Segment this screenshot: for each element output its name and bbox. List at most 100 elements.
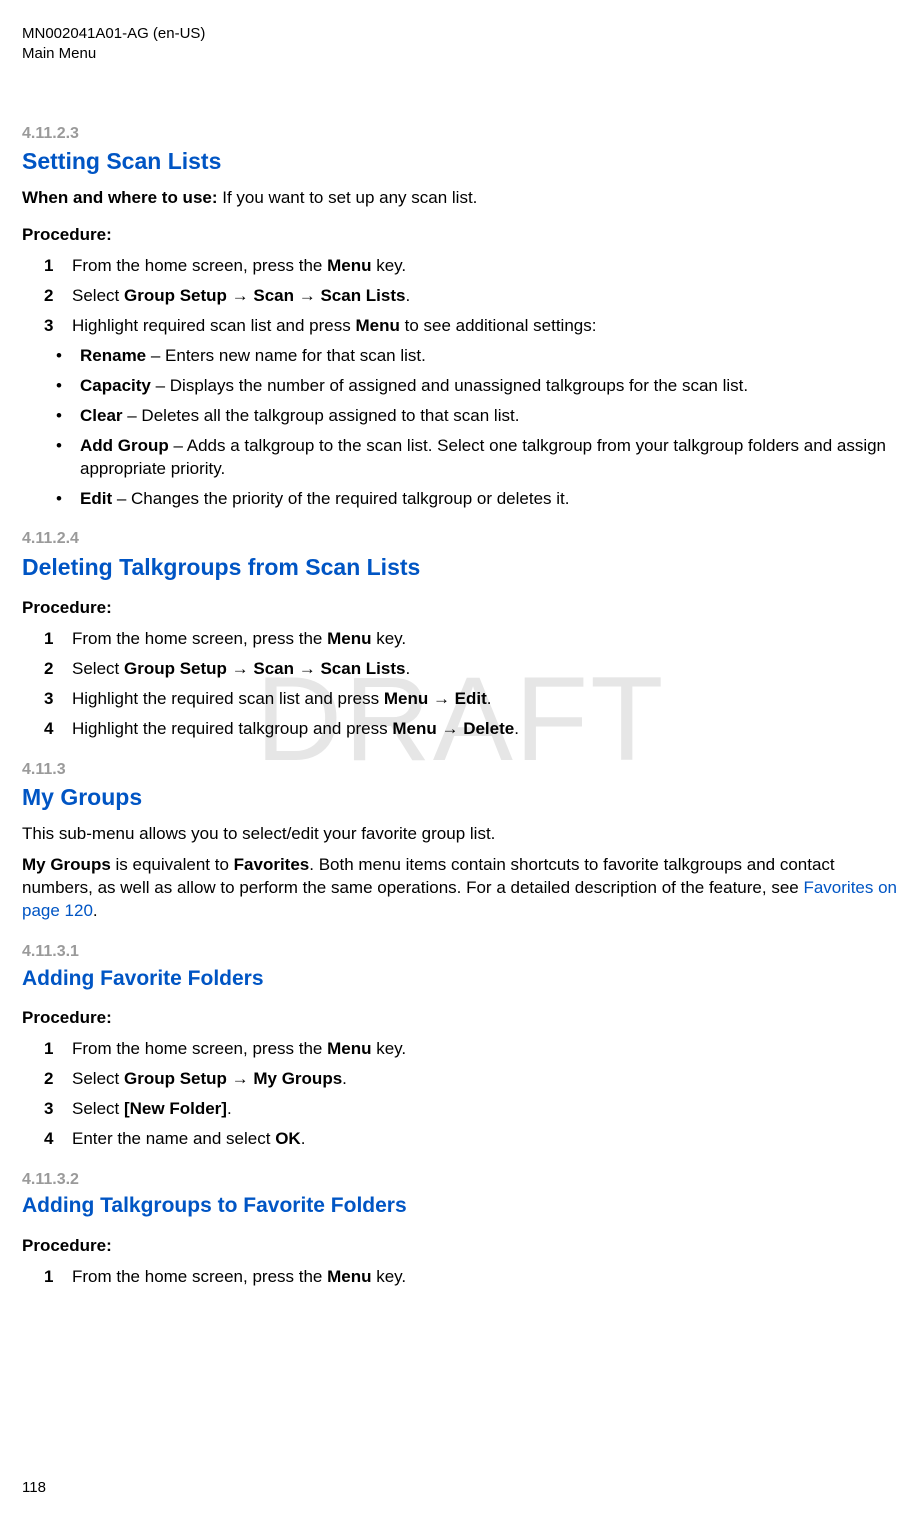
procedure-step: 4Enter the name and select OK. xyxy=(44,1128,899,1151)
section-number: 4.11.3 xyxy=(22,759,899,781)
doc-id: MN002041A01-AG (en-US) xyxy=(22,24,899,44)
when-label: When and where to use: xyxy=(22,188,218,207)
procedure-step: 2 Select Group Setup → Scan → Scan Lists. xyxy=(44,285,899,308)
list-item: Add Group – Adds a talkgroup to the scan… xyxy=(52,435,899,481)
step-bold: [New Folder] xyxy=(124,1099,227,1118)
procedure-step: 2 Select Group Setup → My Groups. xyxy=(44,1068,899,1091)
procedure-step: 1 From the home screen, press the Menu ke… xyxy=(44,1038,899,1061)
procedure-step: 3 Select [New Folder]. xyxy=(44,1098,899,1121)
step-number: 1 xyxy=(44,628,53,651)
step-number: 3 xyxy=(44,1098,53,1121)
section-title: Setting Scan Lists xyxy=(22,146,899,177)
chapter-name: Main Menu xyxy=(22,44,899,64)
step-text: key. xyxy=(372,629,407,648)
section-title: My Groups xyxy=(22,782,899,813)
step-bold: Menu → Delete xyxy=(392,719,514,738)
procedure-step: 1 From the home screen, press the Menu ke… xyxy=(44,1266,899,1289)
step-bold: Menu xyxy=(327,629,371,648)
option-name: Clear xyxy=(80,406,123,425)
step-text: Select xyxy=(72,1069,124,1088)
option-desc: – Displays the number of assigned and un… xyxy=(151,376,748,395)
step-bold: Menu xyxy=(327,1267,371,1286)
step-number: 1 xyxy=(44,1038,53,1061)
section-number: 4.11.2.4 xyxy=(22,528,899,550)
step-text: key. xyxy=(372,256,407,275)
list-item: Clear – Deletes all the talkgroup assign… xyxy=(52,405,899,428)
step-number: 3 xyxy=(44,315,53,338)
step-number: 2 xyxy=(44,658,53,681)
procedure-label: Procedure: xyxy=(22,597,899,620)
step-bold: Group Setup → Scan → Scan Lists xyxy=(124,659,406,678)
step-text: From the home screen, press the xyxy=(72,1267,327,1286)
procedure-list: 1 From the home screen, press the Menu ke… xyxy=(44,1266,899,1289)
when-where-to-use: When and where to use: If you want to se… xyxy=(22,187,899,210)
section-intro: This sub-menu allows you to select/edit … xyxy=(22,823,899,846)
step-bold: Menu → Edit xyxy=(384,689,487,708)
step-text: . xyxy=(514,719,519,738)
page-header: MN002041A01-AG (en-US) Main Menu xyxy=(22,24,899,65)
step-text: From the home screen, press the xyxy=(72,1039,327,1058)
step-text: . xyxy=(301,1129,306,1148)
step-bold: Menu xyxy=(355,316,399,335)
procedure-step: 3 Highlight the required scan list and pr… xyxy=(44,688,899,711)
step-text: key. xyxy=(372,1267,407,1286)
step-text: . xyxy=(342,1069,347,1088)
step-number: 1 xyxy=(44,1266,53,1289)
section-title: Adding Favorite Folders xyxy=(22,965,899,993)
procedure-list: 1 From the home screen, press the Menu ke… xyxy=(44,1038,899,1151)
step-text: From the home screen, press the xyxy=(72,629,327,648)
step-text: key. xyxy=(372,1039,407,1058)
step-text: to see additional settings: xyxy=(400,316,597,335)
procedure-step: 2 Select Group Setup → Scan → Scan Lists. xyxy=(44,658,899,681)
option-name: Edit xyxy=(80,489,112,508)
section-body: My Groups is equivalent to Favorites. Bo… xyxy=(22,854,899,923)
procedure-step: 4Highlight the required talkgroup and pr… xyxy=(44,718,899,741)
step-bold: Group Setup → My Groups xyxy=(124,1069,342,1088)
step-bold: Menu xyxy=(327,256,371,275)
section-number: 4.11.2.3 xyxy=(22,123,899,145)
step-text: Enter the name and select xyxy=(72,1129,275,1148)
option-desc: – Changes the priority of the required t… xyxy=(112,489,569,508)
procedure-step: 1From the home screen, press the Menu ke… xyxy=(44,255,899,278)
step-text: Highlight required scan list and press xyxy=(72,316,355,335)
step-text: . xyxy=(227,1099,232,1118)
step-text: Highlight the required scan list and pre… xyxy=(72,689,384,708)
list-item: Edit – Changes the priority of the requi… xyxy=(52,488,899,511)
body-text: is equivalent to xyxy=(111,855,234,874)
procedure-label: Procedure: xyxy=(22,224,899,247)
procedure-step: 1 From the home screen, press the Menu ke… xyxy=(44,628,899,651)
step-bold: Group Setup → Scan → Scan Lists xyxy=(124,286,406,305)
step-text: . xyxy=(487,689,492,708)
option-desc: – Adds a talkgroup to the scan list. Sel… xyxy=(80,436,886,478)
list-item: Capacity – Displays the number of assign… xyxy=(52,375,899,398)
option-name: Capacity xyxy=(80,376,151,395)
option-name: Add Group xyxy=(80,436,169,455)
step-text: Highlight the required talkgroup and pre… xyxy=(72,719,392,738)
when-text: If you want to set up any scan list. xyxy=(218,188,478,207)
option-desc: – Deletes all the talkgroup assigned to … xyxy=(123,406,520,425)
step-bold: Menu xyxy=(327,1039,371,1058)
body-bold: My Groups xyxy=(22,855,111,874)
list-item: Rename – Enters new name for that scan l… xyxy=(52,345,899,368)
step-text: . xyxy=(405,286,410,305)
procedure-label: Procedure: xyxy=(22,1235,899,1258)
step-bold: OK xyxy=(275,1129,301,1148)
section-title: Deleting Talkgroups from Scan Lists xyxy=(22,552,899,583)
step-number: 2 xyxy=(44,285,53,308)
step-number: 2 xyxy=(44,1068,53,1091)
procedure-list: 1 From the home screen, press the Menu ke… xyxy=(44,628,899,741)
step-text: . xyxy=(405,659,410,678)
option-name: Rename xyxy=(80,346,146,365)
options-list: Rename – Enters new name for that scan l… xyxy=(52,345,899,511)
body-bold: Favorites xyxy=(234,855,310,874)
section-number: 4.11.3.2 xyxy=(22,1169,899,1191)
page-number: 118 xyxy=(22,1478,46,1498)
option-desc: – Enters new name for that scan list. xyxy=(146,346,426,365)
body-text: . xyxy=(93,901,98,920)
step-number: 3 xyxy=(44,688,53,711)
step-text: Select xyxy=(72,286,124,305)
step-text: Select xyxy=(72,659,124,678)
step-text: Select xyxy=(72,1099,124,1118)
procedure-list: 1From the home screen, press the Menu ke… xyxy=(44,255,899,338)
section-title: Adding Talkgroups to Favorite Folders xyxy=(22,1192,899,1220)
